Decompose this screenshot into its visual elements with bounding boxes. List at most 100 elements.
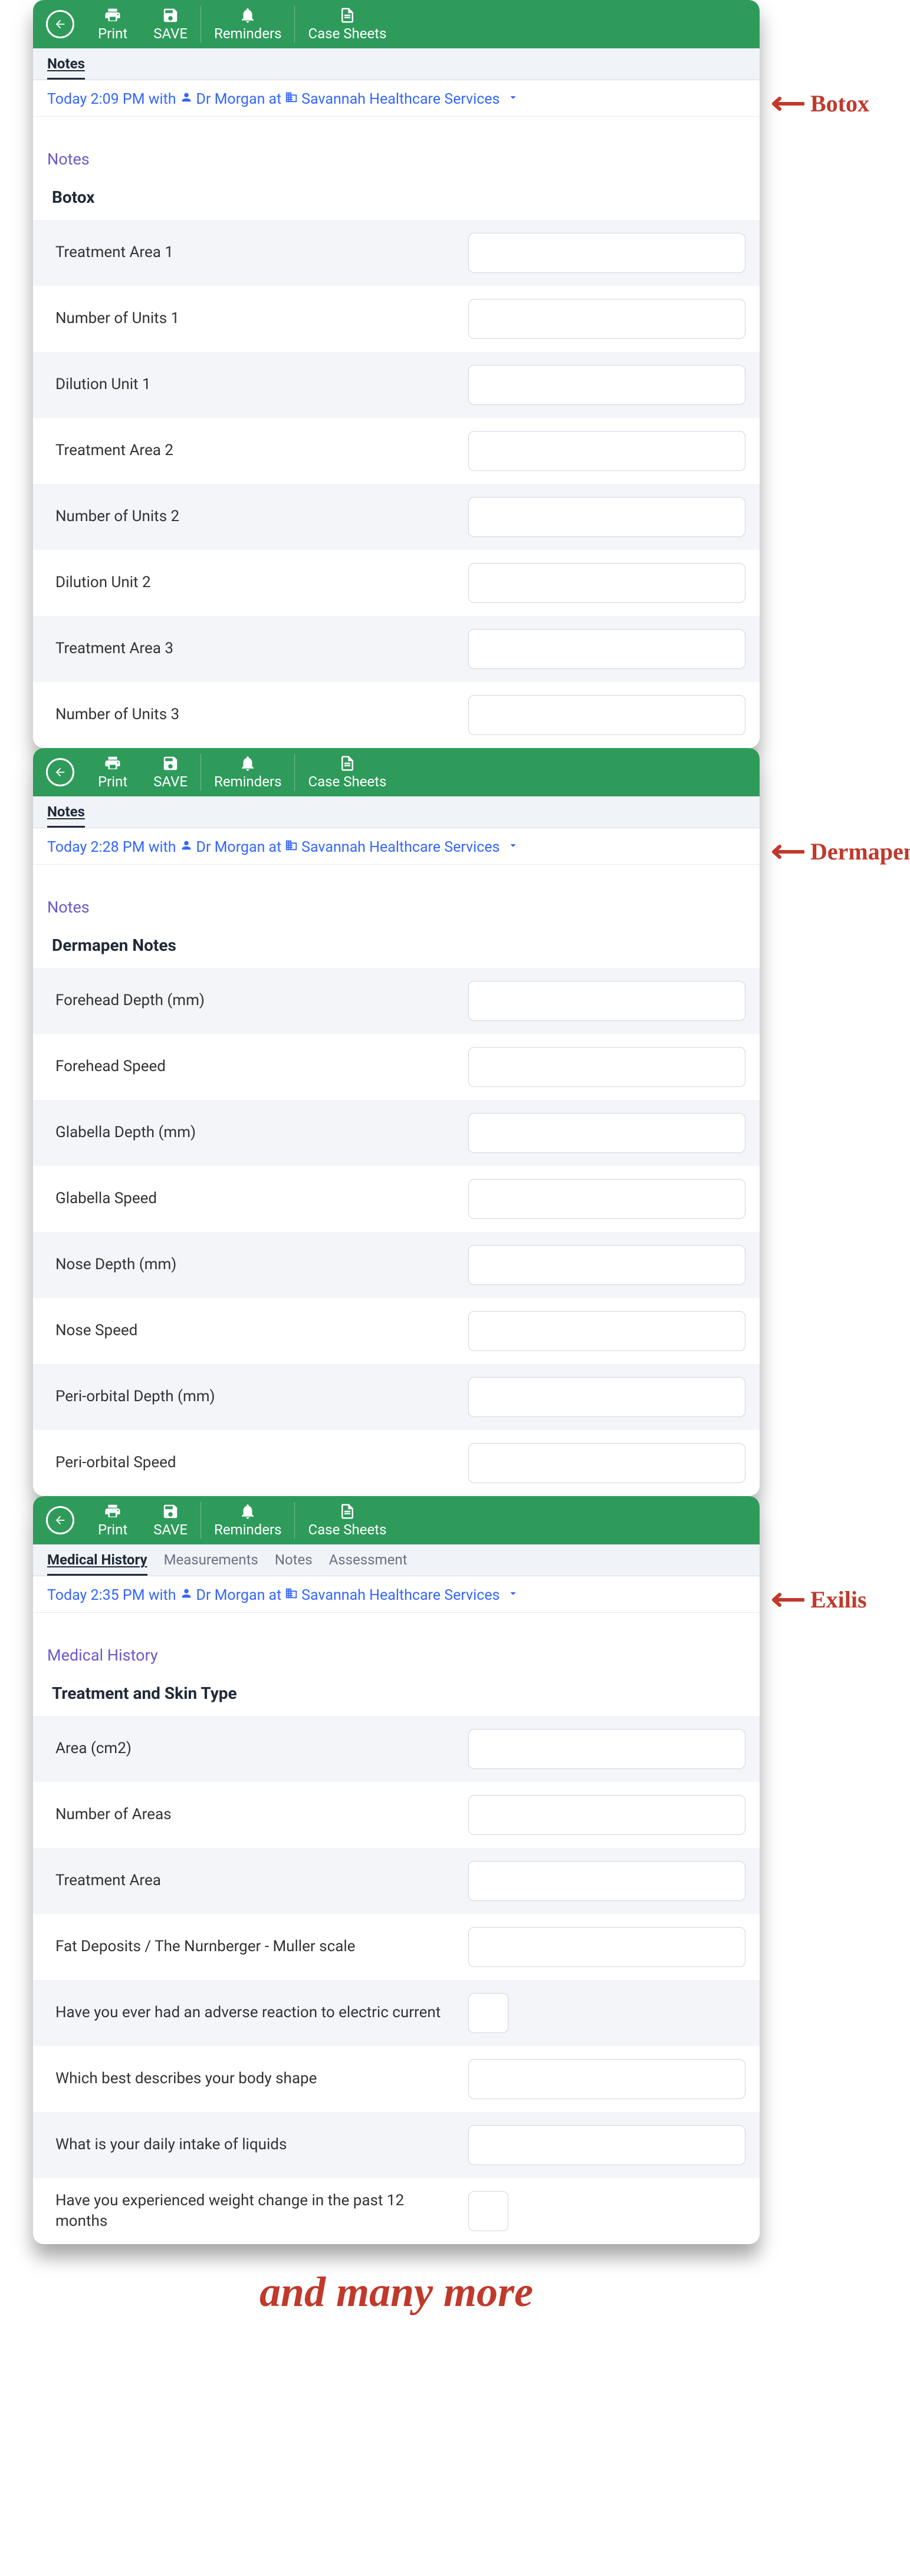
field-wrap: [468, 1795, 745, 1835]
field-wrap: [468, 1311, 745, 1351]
panel: Print SAVE Reminders Case Sheets Medical…: [33, 1496, 760, 2244]
reminders-button[interactable]: Reminders: [201, 748, 294, 796]
tab-notes[interactable]: Notes: [47, 803, 85, 828]
text-input[interactable]: [468, 1113, 745, 1153]
toolbar: Print SAVE Reminders Case Sheets: [33, 0, 760, 48]
tab-notes[interactable]: Notes: [275, 1551, 313, 1576]
text-input[interactable]: [468, 1179, 745, 1219]
text-input[interactable]: [468, 1377, 745, 1417]
panel-wrap: Print SAVE Reminders Case Sheets Notes T…: [33, 748, 910, 1496]
field-label: Have you ever had an adverse reaction to…: [55, 2002, 468, 2023]
appointment-doctor: Dr Morgan: [196, 91, 265, 108]
form-rows: Forehead Depth (mm) Forehead Speed Glabe…: [33, 968, 760, 1496]
appointment-selector[interactable]: Today 2:09 PM with Dr Morgan at Savannah…: [33, 80, 760, 117]
appointment-location: Savannah Healthcare Services: [301, 839, 500, 856]
chevron-down-icon: [503, 839, 520, 856]
section-heading: Notes: [33, 865, 760, 930]
group-title: Treatment and Skin Type: [33, 1678, 760, 1716]
text-input[interactable]: [468, 1443, 745, 1483]
tab-medical-history[interactable]: Medical History: [47, 1551, 147, 1576]
text-input[interactable]: [468, 365, 745, 405]
text-input[interactable]: [468, 1047, 745, 1087]
appointment-at: at: [268, 839, 281, 856]
text-input[interactable]: [468, 1245, 745, 1285]
field-label: Peri-orbital Speed: [55, 1452, 468, 1473]
field-label: Treatment Area 1: [55, 242, 468, 263]
annotation-label: Botox: [767, 90, 869, 117]
reminders-button[interactable]: Reminders: [201, 0, 294, 48]
text-input[interactable]: [468, 981, 745, 1021]
save-label: SAVE: [153, 773, 188, 790]
text-input[interactable]: [468, 629, 745, 669]
appointment-doctor: Dr Morgan: [196, 839, 265, 856]
print-label: Print: [98, 1521, 127, 1538]
form-row: Have you ever had an adverse reaction to…: [33, 1980, 760, 2046]
reminders-label: Reminders: [214, 1521, 281, 1538]
field-label: What is your daily intake of liquids: [55, 2134, 468, 2155]
form-rows: Treatment Area 1 Number of Units 1 Dilut…: [33, 220, 760, 748]
field-wrap: [468, 563, 745, 603]
back-button[interactable]: [46, 758, 74, 786]
appointment-location: Savannah Healthcare Services: [301, 91, 500, 108]
field-wrap: [468, 1113, 745, 1153]
form-row: Number of Units 1: [33, 286, 760, 352]
text-input[interactable]: [468, 563, 745, 603]
person-icon: [180, 839, 193, 856]
print-button[interactable]: Print: [85, 1496, 140, 1544]
text-input[interactable]: [468, 1927, 745, 1967]
reminders-button[interactable]: Reminders: [201, 1496, 294, 1544]
print-button[interactable]: Print: [85, 0, 140, 48]
form-row: Fat Deposits / The Nurnberger - Muller s…: [33, 1914, 760, 1980]
field-label: Nose Depth (mm): [55, 1254, 468, 1275]
text-input[interactable]: [468, 2125, 745, 2165]
toolbar: Print SAVE Reminders Case Sheets: [33, 1496, 760, 1544]
form-row: Dilution Unit 2: [33, 550, 760, 616]
appointment-at: at: [268, 91, 281, 108]
panel: Print SAVE Reminders Case Sheets Notes T…: [33, 748, 760, 1496]
form-row: Treatment Area 2: [33, 418, 760, 484]
case-sheets-label: Case Sheets: [308, 1521, 386, 1538]
save-button[interactable]: SAVE: [140, 748, 201, 796]
back-button[interactable]: [46, 10, 74, 38]
form-row: Glabella Speed: [33, 1166, 760, 1232]
field-wrap: [468, 629, 745, 669]
text-input[interactable]: [468, 299, 745, 339]
back-button[interactable]: [46, 1506, 74, 1534]
text-input[interactable]: [468, 497, 745, 537]
form-row: Number of Units 3: [33, 682, 760, 748]
save-button[interactable]: SAVE: [140, 1496, 201, 1544]
field-wrap: [468, 1047, 745, 1087]
checkbox-input[interactable]: [468, 1993, 508, 2033]
text-input[interactable]: [468, 1311, 745, 1351]
field-wrap: [468, 695, 745, 735]
case-sheets-button[interactable]: Case Sheets: [295, 748, 399, 796]
tab-assessment[interactable]: Assessment: [329, 1551, 408, 1576]
save-button[interactable]: SAVE: [140, 0, 201, 48]
text-input[interactable]: [468, 2059, 745, 2099]
field-label: Nose Speed: [55, 1320, 468, 1341]
field-label: Treatment Area 2: [55, 440, 468, 461]
text-input[interactable]: [468, 1795, 745, 1835]
case-sheets-button[interactable]: Case Sheets: [295, 0, 399, 48]
print-button[interactable]: Print: [85, 748, 140, 796]
text-input[interactable]: [468, 431, 745, 471]
text-input[interactable]: [468, 233, 745, 273]
field-label: Which best describes your body shape: [55, 2068, 468, 2089]
checkbox-input[interactable]: [468, 2191, 508, 2231]
text-input[interactable]: [468, 1861, 745, 1901]
text-input[interactable]: [468, 1729, 745, 1769]
tab-measurements[interactable]: Measurements: [164, 1551, 258, 1576]
appointment-selector[interactable]: Today 2:28 PM with Dr Morgan at Savannah…: [33, 828, 760, 865]
text-input[interactable]: [468, 695, 745, 735]
person-icon: [180, 1587, 193, 1604]
case-sheets-button[interactable]: Case Sheets: [295, 1496, 399, 1544]
field-label: Peri-orbital Depth (mm): [55, 1386, 468, 1407]
tab-notes[interactable]: Notes: [47, 55, 85, 80]
field-wrap: [468, 1443, 745, 1483]
field-label: Glabella Speed: [55, 1188, 468, 1209]
field-label: Treatment Area 3: [55, 638, 468, 659]
appointment-selector[interactable]: Today 2:35 PM with Dr Morgan at Savannah…: [33, 1576, 760, 1613]
case-sheets-label: Case Sheets: [308, 773, 386, 790]
form-row: Number of Areas: [33, 1782, 760, 1848]
panel-wrap: Print SAVE Reminders Case Sheets Medical…: [33, 1496, 910, 2244]
